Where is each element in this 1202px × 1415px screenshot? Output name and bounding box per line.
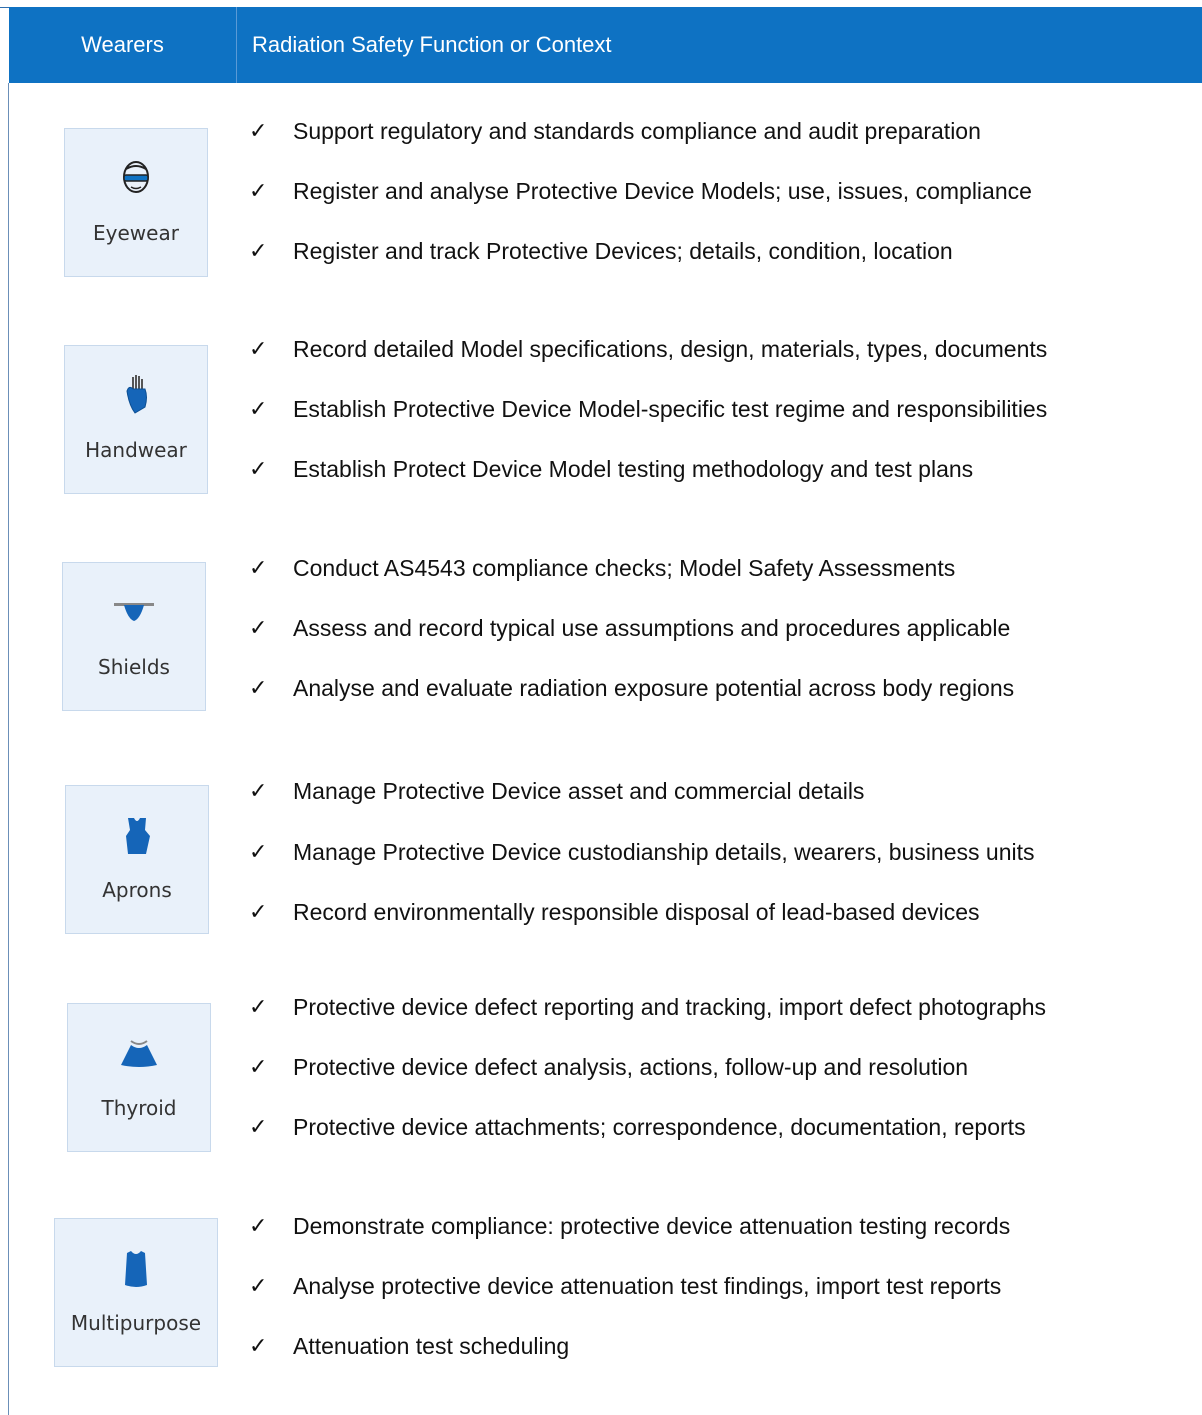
- item-text: Manage Protective Device asset and comme…: [293, 777, 865, 804]
- list-item: ✓ Conduct AS4543 compliance checks; Model…: [249, 548, 955, 588]
- item-text: Conduct AS4543 compliance checks; Model …: [293, 554, 956, 581]
- item-text: Demonstrate compliance: protective devic…: [293, 1212, 1011, 1239]
- item-text: Protective device attachments; correspon…: [293, 1113, 1026, 1140]
- check-icon: ✓: [249, 396, 268, 422]
- list-item: ✓ Protective device defect analysis, acti…: [249, 1047, 968, 1087]
- item-text: Record environmentally responsible dispo…: [293, 898, 980, 925]
- tile-multipurpose[interactable]: Multipurpose: [54, 1218, 218, 1367]
- list-item: ✓ Support regulatory and standards compli…: [249, 111, 981, 151]
- list-item: ✓ Analyse and evaluate radiation exposure…: [249, 668, 1014, 708]
- item-text: Record detailed Model specifications, de…: [293, 335, 1048, 362]
- list-item: ✓ Register and analyse Protective Device …: [249, 171, 1032, 211]
- check-icon: ✓: [249, 456, 268, 482]
- list-item: ✓ Attenuation test scheduling: [249, 1326, 569, 1366]
- item-text: Analyse and evaluate radiation exposure …: [293, 674, 1015, 701]
- check-icon: ✓: [249, 1273, 268, 1299]
- list-item: ✓ Manage Protective Device custodianship …: [249, 832, 1035, 872]
- list-item: ✓ Analyse protective device attenuation t…: [249, 1266, 1001, 1306]
- check-icon: ✓: [249, 178, 268, 204]
- check-icon: ✓: [249, 1333, 268, 1359]
- tile-shields[interactable]: Shields: [62, 562, 206, 711]
- tile-label: Shields: [98, 655, 170, 679]
- tile-thyroid[interactable]: Thyroid: [67, 1003, 211, 1152]
- list-item: ✓ Protective device defect reporting and …: [249, 987, 1046, 1027]
- shield-icon: [112, 587, 156, 637]
- item-text: Establish Protective Device Model-specif…: [293, 395, 1048, 422]
- list-item: ✓ Record detailed Model specifications, d…: [249, 329, 1047, 369]
- thyroid-collar-icon: [117, 1028, 161, 1078]
- check-icon: ✓: [249, 1054, 268, 1080]
- tile-label: Thyroid: [101, 1096, 177, 1120]
- list-item: ✓ Register and track Protective Devices; …: [249, 231, 953, 271]
- handwear-icon: [121, 370, 151, 420]
- item-text: Register and track Protective Devices; d…: [293, 237, 953, 264]
- row-handwear: Handwear ✓ Record detailed Model specific…: [0, 317, 1202, 494]
- item-text: Manage Protective Device custodianship d…: [293, 838, 1035, 865]
- tile-label: Aprons: [102, 878, 172, 902]
- multipurpose-garment-icon: [121, 1243, 151, 1293]
- tile-label: Handwear: [85, 438, 187, 462]
- row-shields: Shields ✓ Conduct AS4543 compliance check…: [0, 534, 1202, 711]
- apron-icon: [122, 810, 152, 860]
- check-icon: ✓: [249, 238, 268, 264]
- check-icon: ✓: [249, 675, 268, 701]
- list-item: ✓ Establish Protect Device Model testing …: [249, 449, 973, 489]
- list-item: ✓ Demonstrate compliance: protective devi…: [249, 1206, 1010, 1246]
- check-icon: ✓: [249, 336, 268, 362]
- check-icon: ✓: [249, 555, 268, 581]
- check-icon: ✓: [249, 839, 268, 865]
- row-thyroid: Thyroid ✓ Protective device defect report…: [0, 975, 1202, 1152]
- row-eyewear: Eyewear ✓ Support regulatory and standard…: [0, 100, 1202, 277]
- list-item: ✓ Assess and record typical use assumptio…: [249, 608, 1010, 648]
- tile-aprons[interactable]: Aprons: [65, 785, 209, 934]
- check-icon: ✓: [249, 899, 268, 925]
- table-header: Wearers Radiation Safety Function or Con…: [9, 7, 1202, 83]
- header-function-context: Radiation Safety Function or Context: [252, 32, 612, 57]
- tile-eyewear[interactable]: Eyewear: [64, 128, 208, 277]
- item-text: Establish Protect Device Model testing m…: [293, 455, 974, 482]
- list-item: ✓ Manage Protective Device asset and comm…: [249, 771, 864, 811]
- tile-label: Eyewear: [93, 221, 179, 245]
- item-text: Assess and record typical use assumption…: [293, 614, 1011, 641]
- tile-handwear[interactable]: Handwear: [64, 345, 208, 494]
- check-icon: ✓: [249, 1114, 268, 1140]
- tile-label: Multipurpose: [70, 1311, 202, 1335]
- list-item: ✓ Record environmentally responsible disp…: [249, 892, 980, 932]
- check-icon: ✓: [249, 994, 268, 1020]
- check-icon: ✓: [249, 615, 268, 641]
- list-item: ✓ Establish Protective Device Model-speci…: [249, 389, 1047, 429]
- row-aprons: Aprons ✓ Manage Protective Device asset a…: [0, 757, 1202, 934]
- check-icon: ✓: [249, 118, 268, 144]
- row-multipurpose: Multipurpose ✓ Demonstrate compliance: pr…: [0, 1198, 1202, 1368]
- check-icon: ✓: [249, 778, 268, 804]
- list-item: ✓ Protective device attachments; correspo…: [249, 1107, 1026, 1147]
- item-text: Protective device defect reporting and t…: [293, 993, 1047, 1020]
- item-text: Analyse protective device attenuation te…: [293, 1272, 1002, 1299]
- item-text: Attenuation test scheduling: [293, 1332, 570, 1359]
- eyewear-icon: [121, 153, 151, 203]
- item-text: Protective device defect analysis, actio…: [293, 1053, 969, 1080]
- header-wearers: Wearers: [9, 7, 237, 83]
- item-text: Support regulatory and standards complia…: [293, 117, 981, 144]
- check-icon: ✓: [249, 1213, 268, 1239]
- item-text: Register and analyse Protective Device M…: [293, 177, 1032, 204]
